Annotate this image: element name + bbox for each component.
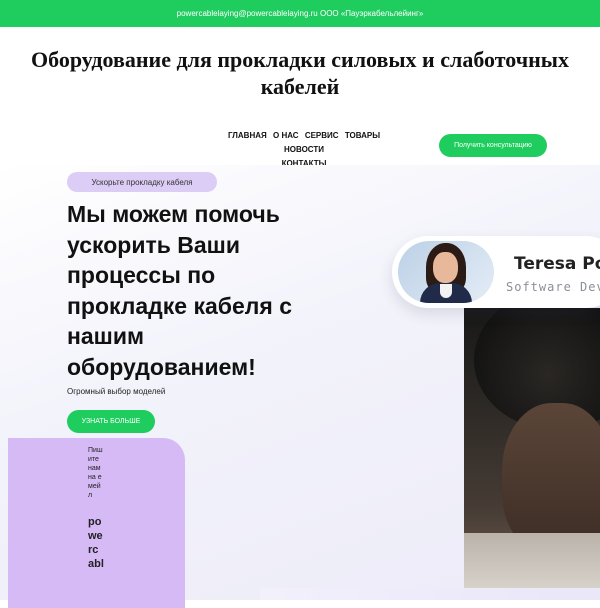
email-card-label: Пишите нам на емейл [88, 447, 103, 499]
hero-title: Мы можем помочь ускорить Ваши процессы п… [67, 201, 292, 380]
learn-more-button[interactable]: УЗНАТЬ БОЛЬШЕ [67, 410, 155, 433]
hero-badge: Ускорьте прокладку кабеля [67, 172, 217, 192]
contact-text: powercablelaying@powercablelaying.ru ООО… [176, 9, 424, 18]
nav-item-home[interactable]: ГЛАВНАЯ [228, 131, 267, 140]
photo-face-shape [502, 403, 600, 553]
photo-shirt-shape [464, 533, 600, 588]
bottom-card-edge [260, 588, 600, 600]
nav-item-service[interactable]: СЕРВИС [305, 131, 339, 140]
contact-topbar: powercablelaying@powercablelaying.ru ООО… [0, 0, 600, 27]
get-consultation-button[interactable]: Получить консультацию [439, 134, 547, 157]
hero-subtitle: Огромный выбор моделей [67, 387, 166, 396]
profile-role: Software Dev [506, 280, 600, 294]
nav-item-about[interactable]: О НАС [273, 131, 299, 140]
avatar-face-shape [433, 252, 458, 283]
profile-name: Teresa Po [514, 254, 600, 274]
nav-item-news[interactable]: НОВОСТИ [284, 145, 324, 154]
hero-photo [464, 308, 600, 588]
avatar [398, 241, 494, 303]
nav-item-products[interactable]: ТОВАРЫ [345, 131, 380, 140]
email-card-value[interactable]: powercabl [88, 515, 104, 571]
page-headline: Оборудование для прокладки силовых и сла… [31, 47, 569, 99]
avatar-collar-shape [440, 284, 452, 298]
